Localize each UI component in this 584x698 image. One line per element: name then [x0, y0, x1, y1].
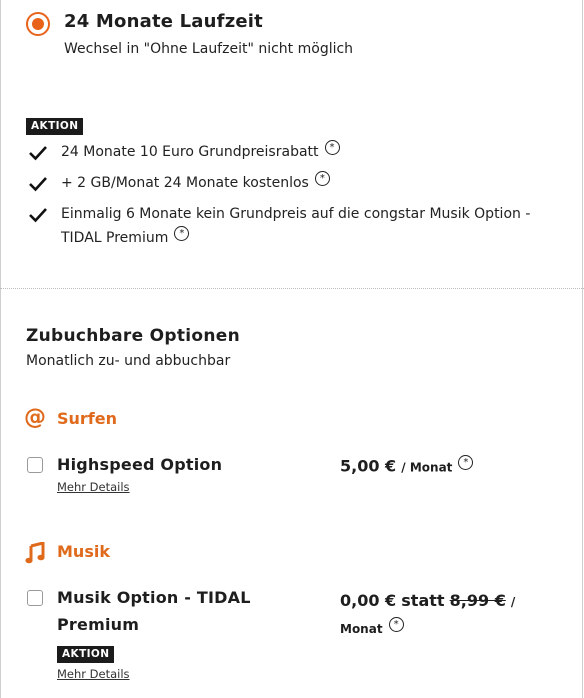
price-unit: Monat — [340, 622, 383, 636]
price-slash: / — [510, 595, 516, 609]
footnote-icon[interactable]: * — [174, 226, 190, 242]
price-unit: / Monat — [401, 460, 453, 475]
promo-item-1: 24 Monate 10 Euro Grundpreisrabatt * — [61, 140, 340, 164]
option-price: 0,00 € statt 8,99 € / Monat * — [340, 588, 550, 642]
more-details-link[interactable]: Mehr Details — [57, 480, 130, 494]
check-icon — [29, 208, 47, 223]
promo-item-3: Einmalig 6 Monate kein Grundpreis auf di… — [61, 206, 531, 246]
options-subtitle: Monatlich zu- und abbuchbar — [26, 353, 231, 369]
old-price: 8,99 € — [449, 591, 506, 610]
option-price: 5,00 € / Monat * — [340, 455, 474, 476]
promo-badge: AKTION — [57, 646, 115, 663]
promo-item-2: + 2 GB/Monat 24 Monate kostenlos * — [61, 171, 330, 195]
radio-dot — [32, 18, 44, 30]
at-sign-icon: @ — [24, 405, 46, 430]
music-note-icon — [25, 542, 45, 564]
more-details-link[interactable]: Mehr Details — [57, 667, 130, 681]
option-name: Musik Option - TIDAL Premium — [57, 588, 251, 634]
footnote-icon[interactable]: * — [388, 616, 404, 632]
footnote-icon[interactable]: * — [324, 140, 340, 156]
plan-subtitle: Wechsel in "Ohne Laufzeit" nicht möglich — [64, 41, 354, 57]
price-statt: statt — [401, 591, 445, 610]
footnote-icon[interactable]: * — [458, 455, 474, 470]
footnote-icon[interactable]: * — [314, 171, 330, 187]
check-icon — [29, 177, 47, 192]
section-divider — [0, 288, 584, 289]
plan-title: 24 Monate Laufzeit — [64, 11, 263, 32]
promo-badge: AKTION — [26, 118, 84, 135]
price-value: 5,00 € — [340, 456, 397, 476]
price-value: 0,00 € — [340, 591, 397, 610]
category-surfen: Surfen — [57, 409, 118, 428]
highspeed-option-checkbox[interactable] — [27, 457, 43, 473]
category-musik: Musik — [57, 542, 110, 561]
option-name: Highspeed Option — [57, 455, 223, 474]
options-title: Zubuchbare Optionen — [26, 326, 241, 346]
check-icon — [29, 146, 47, 161]
plan-radio-selected[interactable] — [26, 12, 50, 36]
musik-option-checkbox[interactable] — [27, 590, 43, 606]
